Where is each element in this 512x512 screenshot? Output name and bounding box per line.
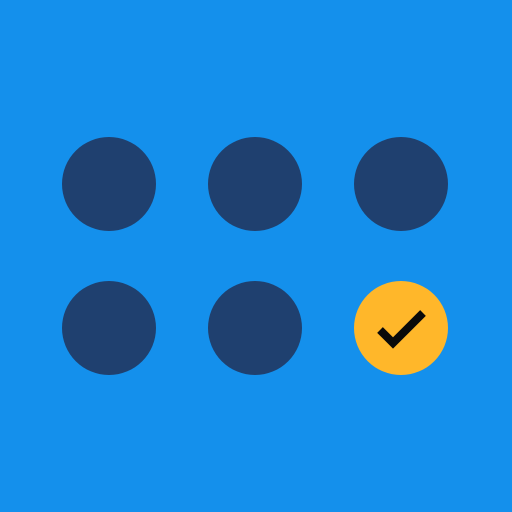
checkmark-icon: [377, 310, 426, 349]
selected-dot: [354, 281, 448, 375]
app-icon-canvas: [0, 0, 512, 512]
grid-dot-5: [208, 281, 302, 375]
grid-dot-2: [208, 137, 302, 231]
grid-dot-3: [354, 137, 448, 231]
grid-dot-1: [62, 137, 156, 231]
grid-dot-4: [62, 281, 156, 375]
